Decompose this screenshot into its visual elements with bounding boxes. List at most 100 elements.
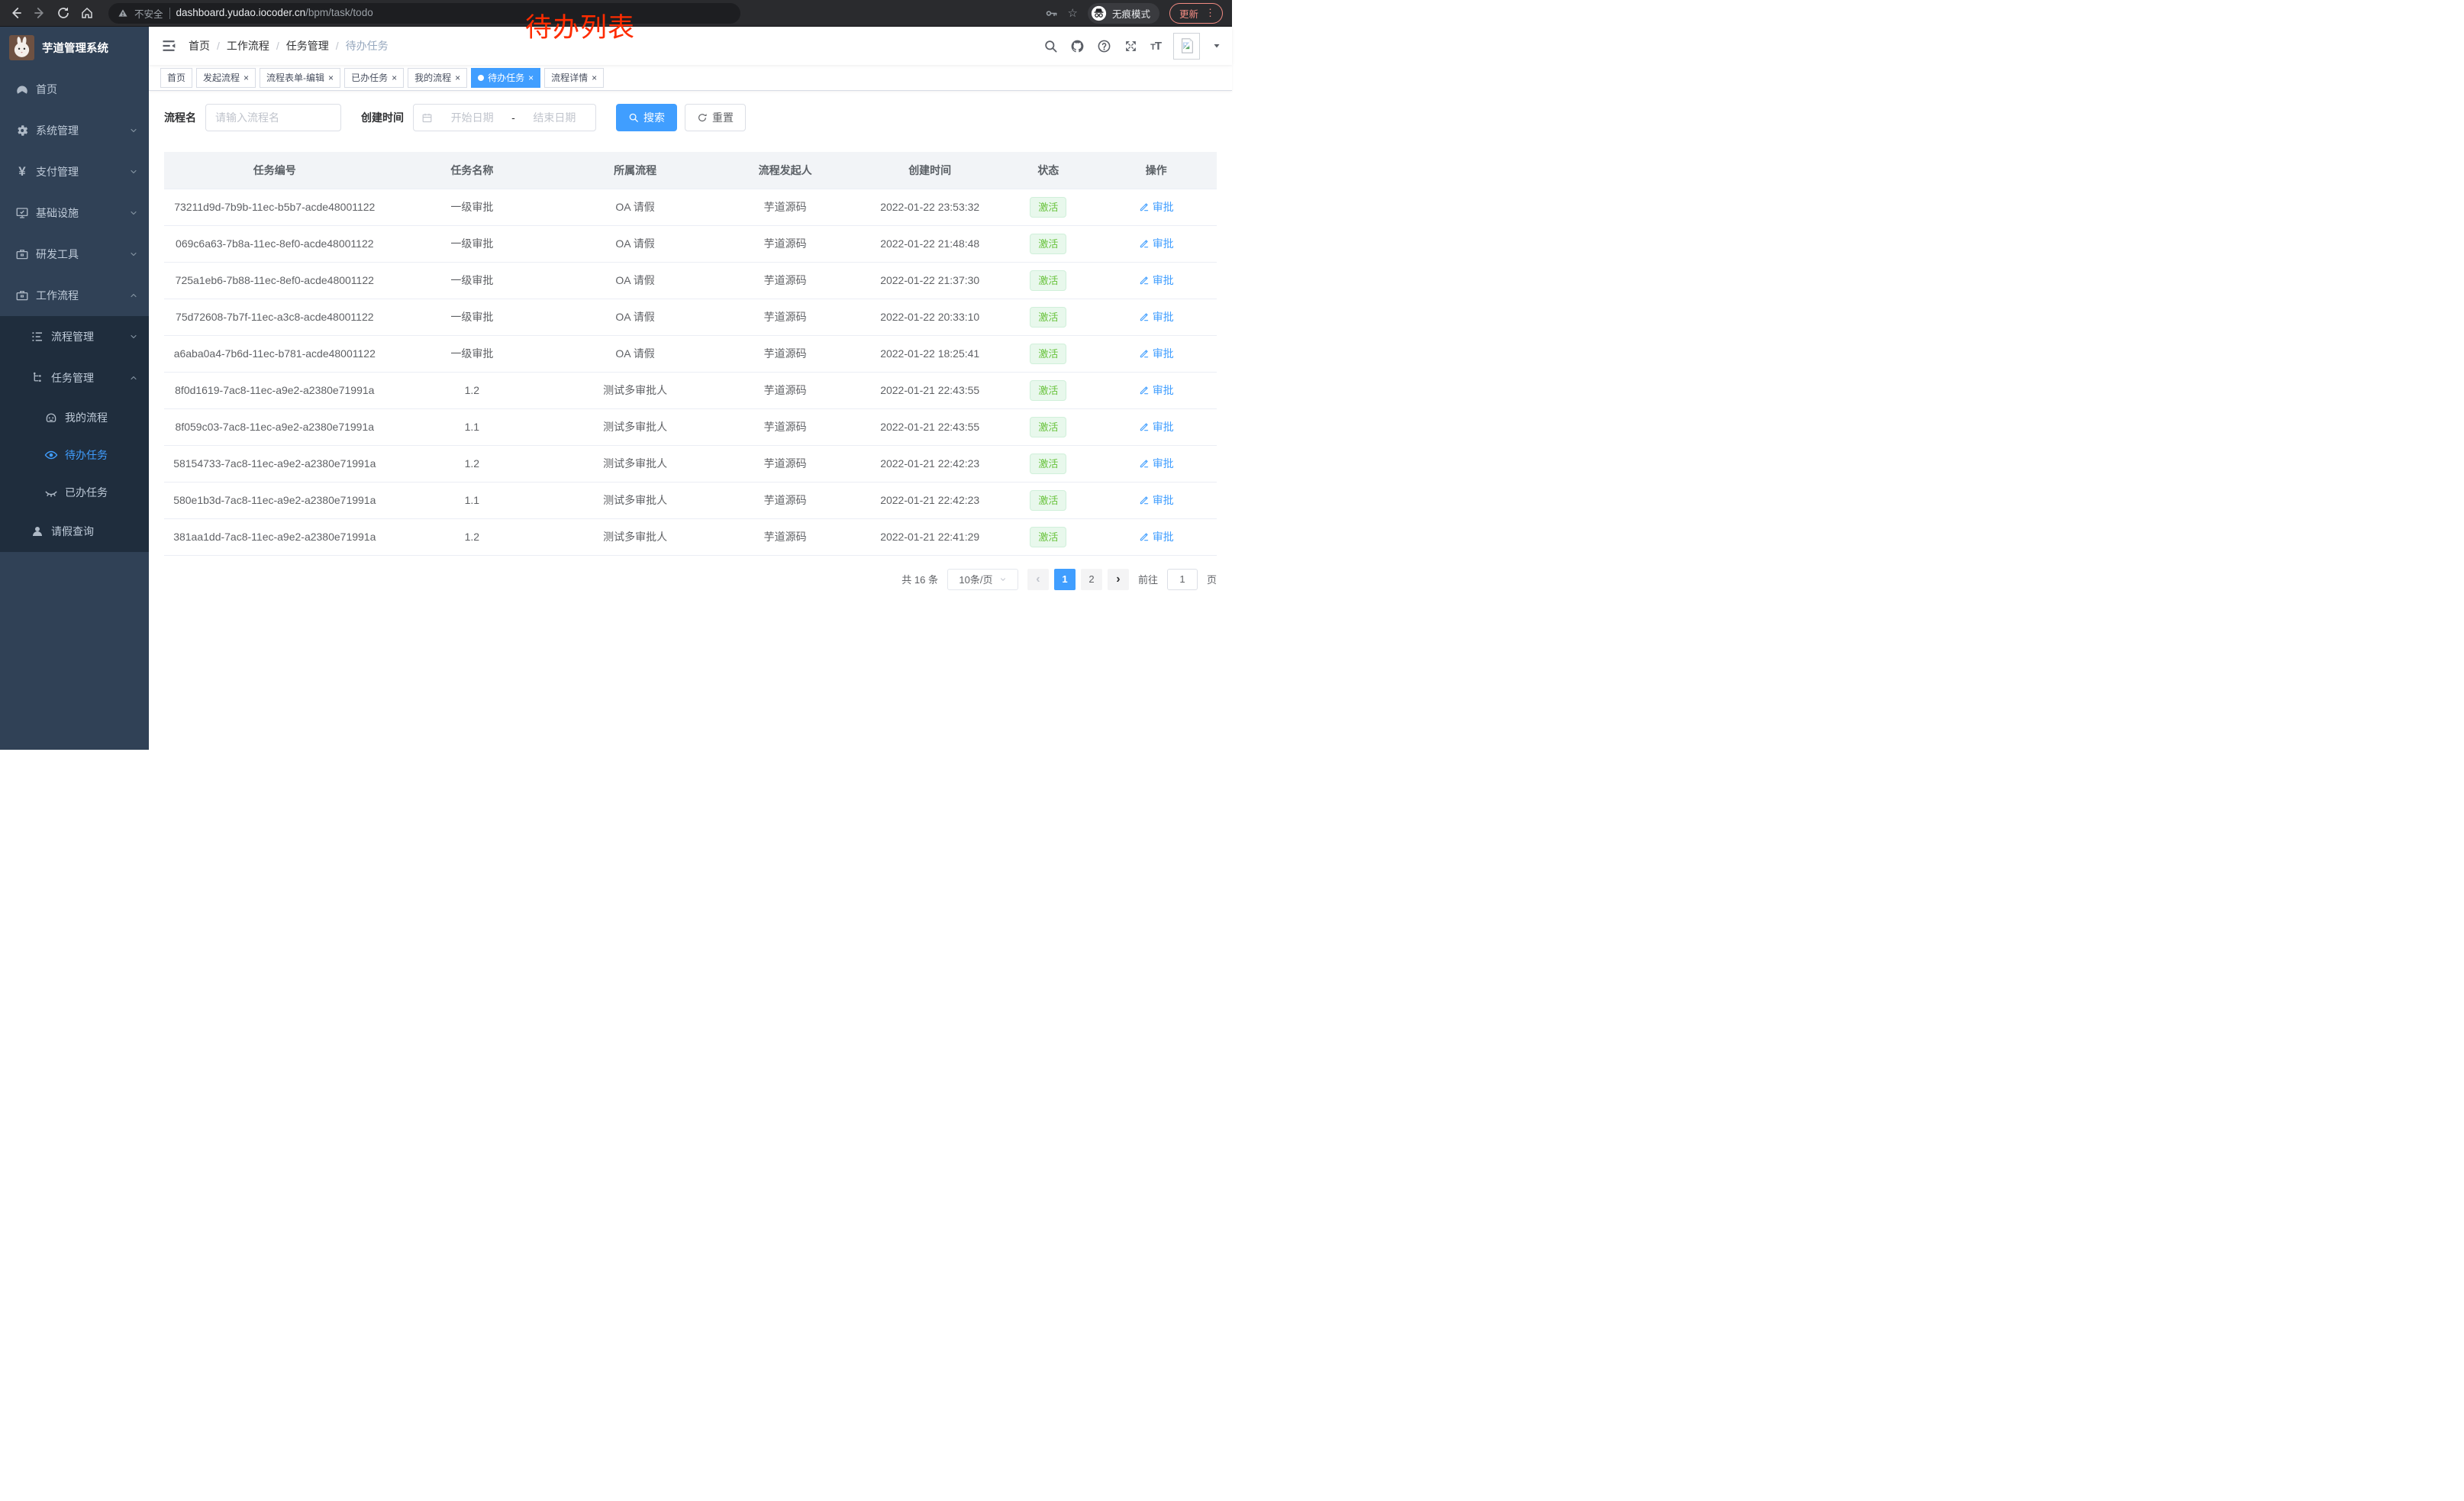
sidebar-item-done-task[interactable]: 已办任务 — [0, 473, 149, 511]
reset-button[interactable]: 重置 — [685, 104, 746, 131]
tab-todo-task[interactable]: 待办任务 — [471, 68, 540, 88]
goto-label: 前往 — [1138, 572, 1158, 586]
sidebar-item-devtools[interactable]: 研发工具 — [0, 234, 149, 275]
approve-label: 审批 — [1153, 273, 1174, 288]
task-created: 2022-01-22 21:48:48 — [859, 225, 1001, 262]
approve-link[interactable]: 审批 — [1139, 383, 1174, 398]
eye-icon — [44, 448, 58, 462]
github-icon[interactable] — [1070, 39, 1085, 53]
page-2-button[interactable]: 2 — [1081, 569, 1102, 590]
col-task-id: 任务编号 — [164, 152, 385, 189]
chevron-down-icon — [129, 250, 138, 259]
chrome-menu-icon[interactable]: ⋮ — [1205, 7, 1215, 19]
close-icon[interactable] — [592, 73, 597, 82]
bookmark-star-icon[interactable]: ☆ — [1068, 8, 1078, 19]
close-icon[interactable] — [528, 73, 534, 82]
sidebar-item-my-process[interactable]: 我的流程 — [0, 399, 149, 436]
close-icon[interactable] — [328, 73, 334, 82]
chevron-down-icon — [129, 167, 138, 176]
date-range-picker[interactable]: 开始日期 - 结束日期 — [413, 104, 596, 131]
sidebar-item-system[interactable]: 系统管理 — [0, 110, 149, 151]
sidebar-item-workflow[interactable]: 工作流程 — [0, 275, 149, 316]
approve-link[interactable]: 审批 — [1139, 236, 1174, 251]
next-page-button[interactable]: › — [1108, 569, 1129, 590]
task-initiator: 芋道源码 — [711, 408, 859, 445]
sidebar-item-leave-query[interactable]: 请假查询 — [0, 511, 149, 552]
task-id: 73211d9d-7b9b-11ec-b5b7-acde48001122 — [164, 189, 385, 225]
forward-icon[interactable] — [33, 6, 47, 20]
filter-bar: 流程名 创建时间 开始日期 - 结束日期 搜索 重置 — [164, 104, 1217, 131]
prev-page-button[interactable]: ‹ — [1027, 569, 1049, 590]
task-process: 测试多审批人 — [559, 445, 711, 482]
process-name-input[interactable] — [205, 104, 341, 131]
back-icon[interactable] — [9, 6, 23, 20]
sidebar-item-todo-task[interactable]: 待办任务 — [0, 436, 149, 473]
breadcrumb-workflow[interactable]: 工作流程 — [210, 38, 269, 53]
divider — [169, 8, 170, 19]
reset-label: 重置 — [712, 110, 734, 125]
caret-down-icon[interactable] — [1212, 41, 1221, 50]
toolbox-icon — [15, 247, 29, 261]
close-icon[interactable] — [243, 73, 249, 82]
breadcrumb-home[interactable]: 首页 — [189, 38, 210, 53]
approve-link[interactable]: 审批 — [1139, 346, 1174, 361]
avatar[interactable] — [1173, 33, 1200, 60]
sidebar-logo[interactable]: 芋道管理系统 — [0, 27, 149, 69]
sidebar-item-task-mgmt[interactable]: 任务管理 — [0, 357, 149, 399]
approve-label: 审批 — [1153, 346, 1174, 361]
task-name: 一级审批 — [385, 189, 560, 225]
sidebar-item-process-mgmt[interactable]: 流程管理 — [0, 316, 149, 357]
list-tree-icon — [31, 330, 44, 344]
chrome-update-button[interactable]: 更新 ⋮ — [1169, 3, 1223, 24]
tab-process-detail[interactable]: 流程详情 — [544, 68, 604, 88]
fullscreen-icon[interactable] — [1124, 39, 1138, 53]
home-icon[interactable] — [80, 6, 94, 20]
approve-link[interactable]: 审批 — [1139, 273, 1174, 288]
close-icon[interactable] — [455, 73, 460, 82]
task-initiator: 芋道源码 — [711, 299, 859, 335]
font-size-icon[interactable]: TT — [1150, 40, 1161, 53]
hamburger-icon[interactable] — [161, 38, 176, 53]
security-label: 不安全 — [134, 6, 163, 21]
url-bar[interactable]: 不安全 dashboard.yudao.iocoder.cn/bpm/task/… — [108, 3, 740, 24]
approve-link[interactable]: 审批 — [1139, 199, 1174, 215]
edit-icon — [1139, 348, 1150, 359]
reload-icon[interactable] — [56, 6, 70, 20]
edit-icon — [1139, 385, 1150, 395]
sidebar-item-label: 首页 — [36, 82, 57, 97]
sidebar-item-home[interactable]: 首页 — [0, 69, 149, 110]
approve-link[interactable]: 审批 — [1139, 529, 1174, 544]
approve-link[interactable]: 审批 — [1139, 309, 1174, 324]
todo-task-table: 任务编号 任务名称 所属流程 流程发起人 创建时间 状态 操作 73211d9d… — [164, 152, 1217, 556]
status-badge: 激活 — [1030, 527, 1066, 547]
sidebar-item-label: 任务管理 — [51, 370, 94, 386]
task-process: OA 请假 — [559, 262, 711, 299]
sidebar-item-payment[interactable]: ¥ 支付管理 — [0, 151, 149, 192]
search-button[interactable]: 搜索 — [616, 104, 677, 131]
approve-link[interactable]: 审批 — [1139, 456, 1174, 471]
tab-start-process[interactable]: 发起流程 — [196, 68, 256, 88]
approve-label: 审批 — [1153, 236, 1174, 251]
task-initiator: 芋道源码 — [711, 335, 859, 372]
edit-icon — [1139, 495, 1150, 505]
goto-page-input[interactable] — [1167, 569, 1198, 590]
tab-label: 待办任务 — [488, 71, 524, 84]
page-size-select[interactable]: 10条/页 — [947, 569, 1018, 590]
tab-done-task[interactable]: 已办任务 — [344, 68, 404, 88]
help-icon[interactable] — [1097, 39, 1111, 53]
page-1-button[interactable]: 1 — [1054, 569, 1076, 590]
url-path: /bpm/task/todo — [305, 7, 373, 18]
breadcrumb-task-mgmt[interactable]: 任务管理 — [269, 38, 329, 53]
col-task-name: 任务名称 — [385, 152, 560, 189]
close-icon[interactable] — [392, 73, 397, 82]
approve-link[interactable]: 审批 — [1139, 419, 1174, 434]
password-key-icon[interactable] — [1045, 7, 1058, 20]
status-badge: 激活 — [1030, 380, 1066, 401]
search-icon[interactable] — [1043, 39, 1058, 53]
table-row: a6aba0a4-7b6d-11ec-b781-acde48001122 一级审… — [164, 335, 1217, 372]
tab-form-edit[interactable]: 流程表单-编辑 — [260, 68, 340, 88]
tab-my-process[interactable]: 我的流程 — [408, 68, 467, 88]
sidebar-item-infra[interactable]: 基础设施 — [0, 192, 149, 234]
approve-link[interactable]: 审批 — [1139, 492, 1174, 508]
tab-home[interactable]: 首页 — [160, 68, 192, 88]
